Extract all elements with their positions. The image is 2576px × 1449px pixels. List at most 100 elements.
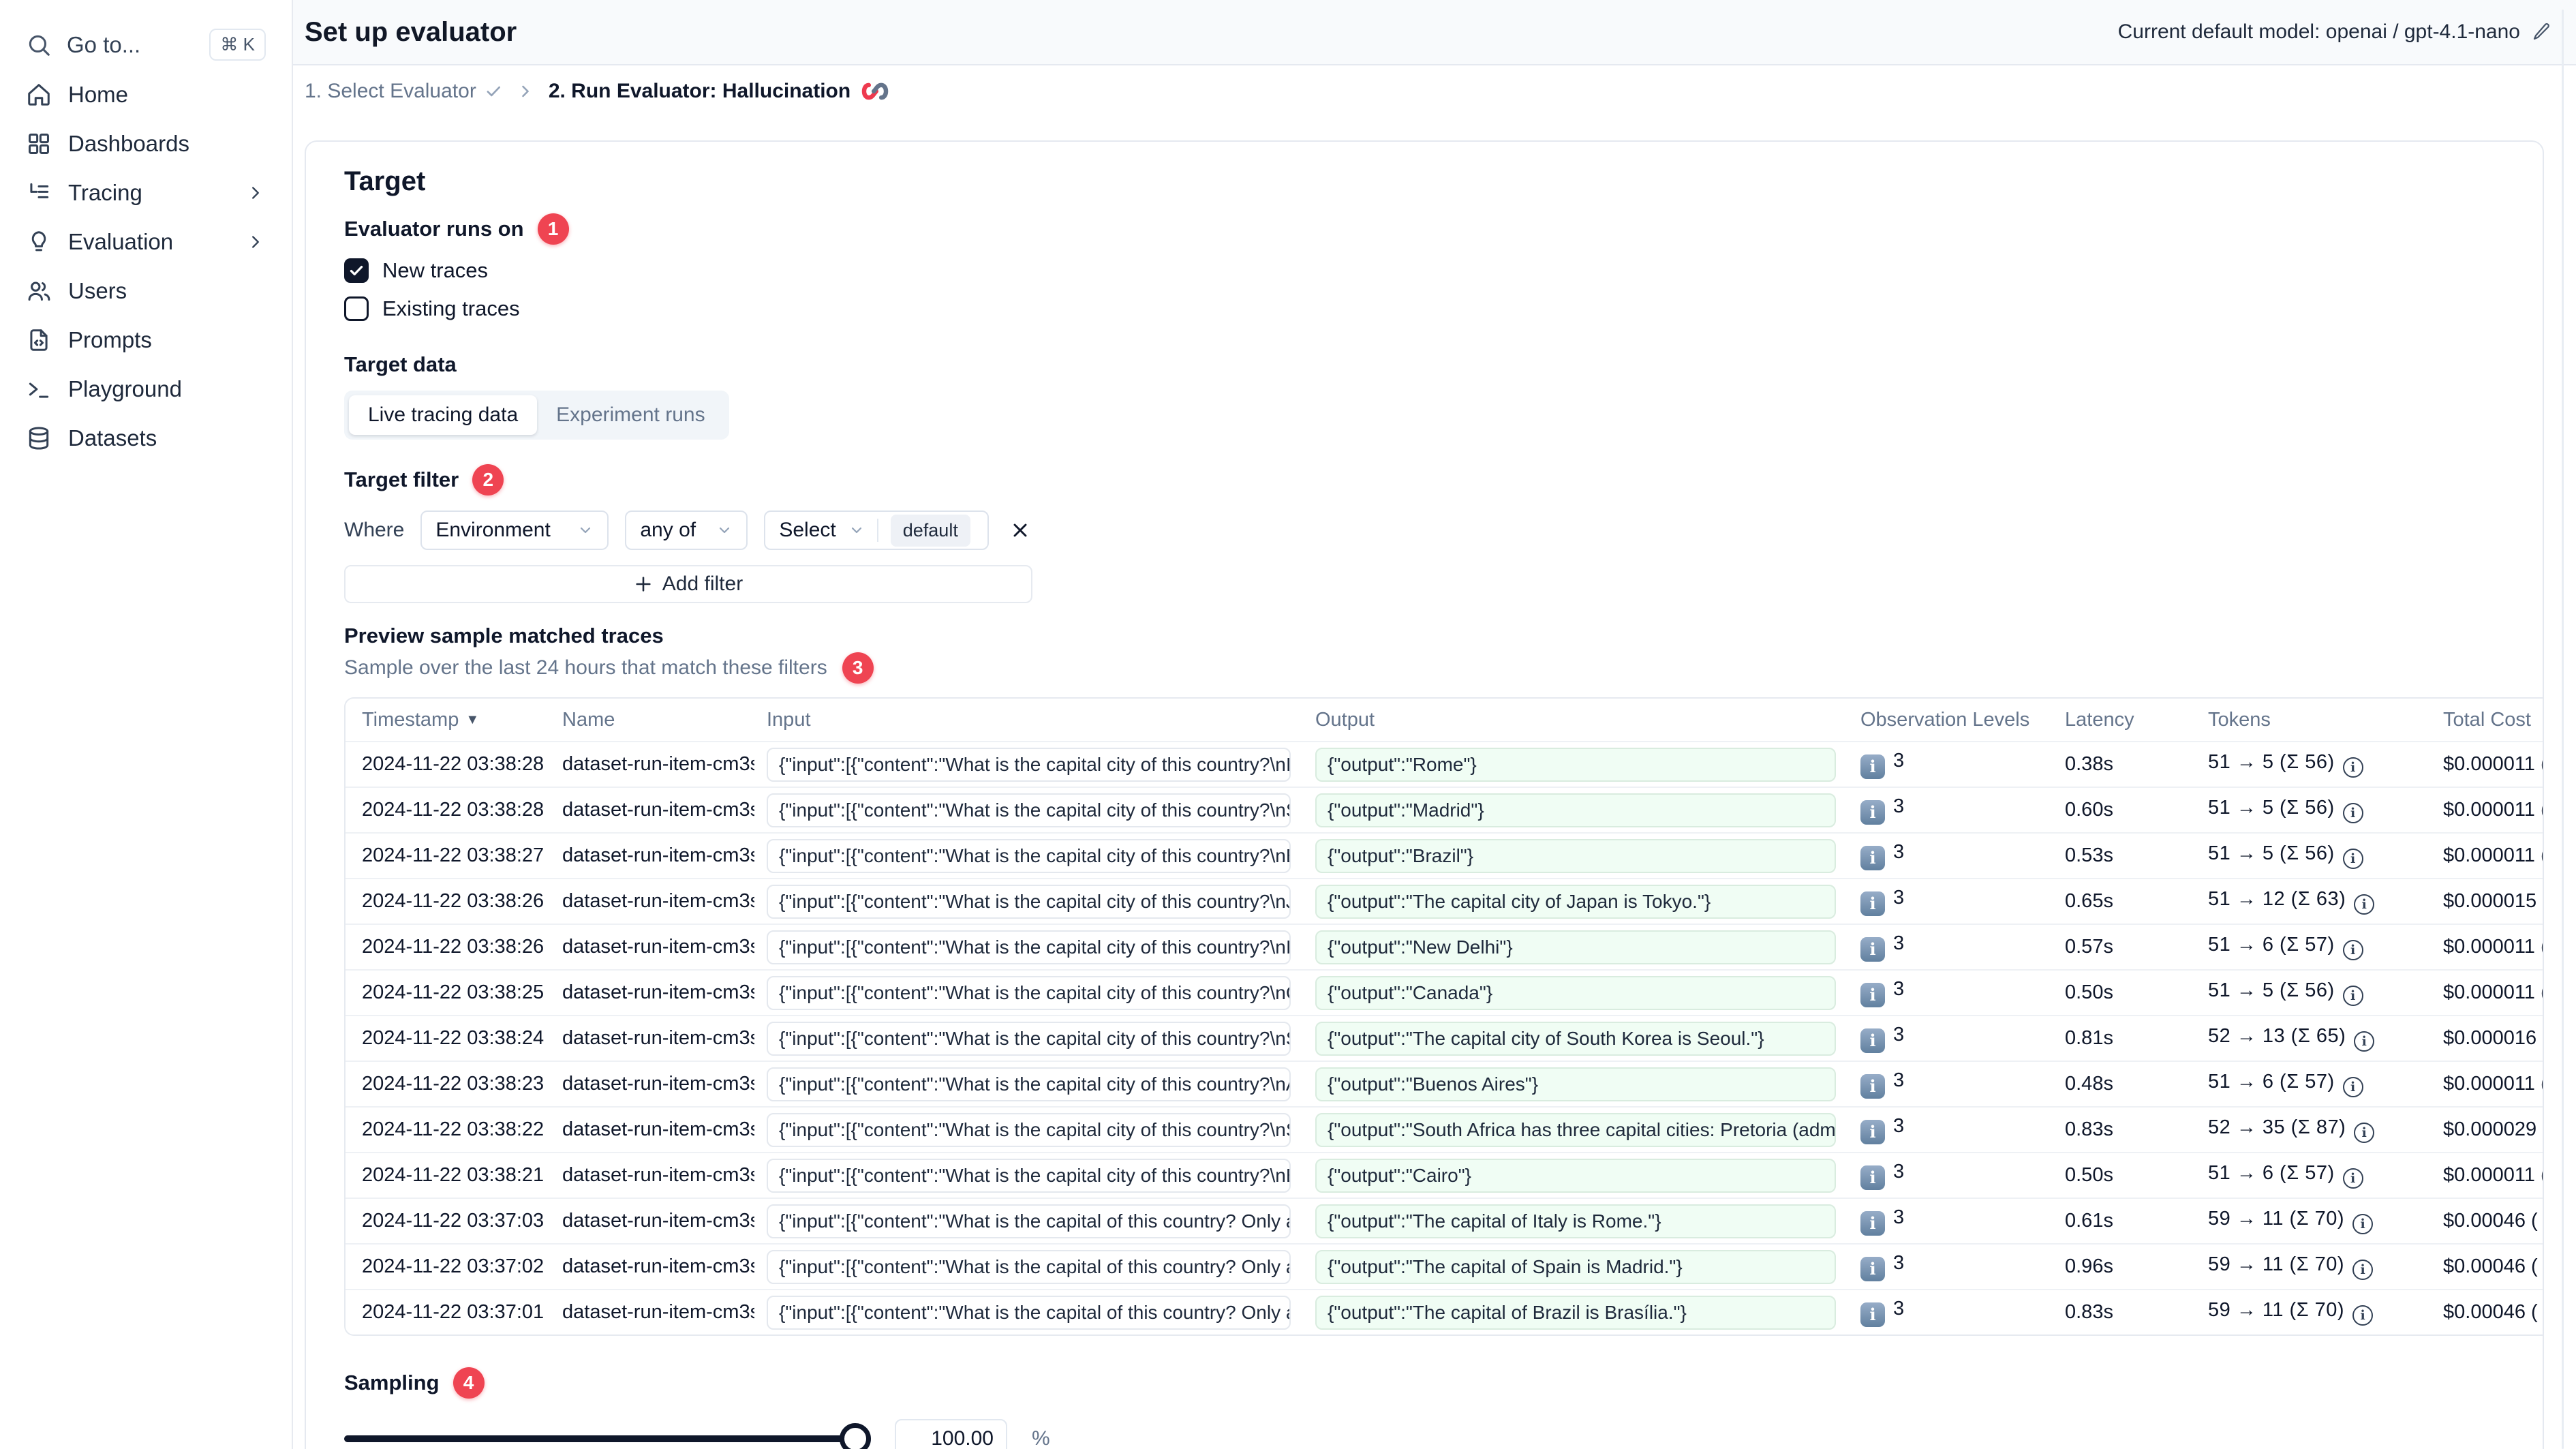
cell-total-cost: $0.000011 ( bbox=[2443, 844, 2543, 866]
filter-value-select[interactable]: Select default bbox=[764, 510, 990, 550]
info-circle-icon[interactable]: i bbox=[2352, 1305, 2374, 1326]
column-header-timestamp[interactable]: Timestamp ▼ bbox=[362, 709, 479, 731]
table-row[interactable]: 2024-11-22 03:38:21 dataset-run-item-cm3s… bbox=[346, 1152, 2543, 1198]
info-circle-icon[interactable]: i bbox=[2342, 757, 2363, 778]
goto-search[interactable]: Go to... ⌘ K bbox=[14, 19, 278, 70]
cell-input[interactable]: {"input":[{"content":"What is the capita… bbox=[767, 1295, 1291, 1330]
table-row[interactable]: 2024-11-22 03:38:25 dataset-run-item-cm3s… bbox=[346, 969, 2543, 1015]
filter-value-chip: default bbox=[890, 514, 970, 547]
table-row[interactable]: 2024-11-22 03:37:01 dataset-run-item-cm3s… bbox=[346, 1289, 2543, 1334]
checkbox-unchecked-icon[interactable] bbox=[344, 296, 369, 321]
sampling-slider[interactable] bbox=[344, 1423, 871, 1449]
sidebar-item-dashboards[interactable]: Dashboards bbox=[14, 119, 278, 168]
info-circle-icon[interactable]: i bbox=[2352, 1260, 2374, 1280]
table-row[interactable]: 2024-11-22 03:38:26 dataset-run-item-cm3s… bbox=[346, 924, 2543, 969]
info-circle-icon[interactable]: i bbox=[2354, 1031, 2375, 1052]
cell-total-cost: $0.000011 ( bbox=[2443, 753, 2543, 775]
cell-latency: 0.61s bbox=[2065, 1210, 2113, 1232]
cell-output[interactable]: {"output":"Buenos Aires"} bbox=[1315, 1067, 1836, 1101]
filter-column-select[interactable]: Environment bbox=[420, 510, 609, 550]
cell-output[interactable]: {"output":"The capital city of South Kor… bbox=[1315, 1021, 1836, 1056]
cell-output[interactable]: {"output":"South Africa has three capita… bbox=[1315, 1112, 1836, 1147]
cell-output[interactable]: {"output":"Cairo"} bbox=[1315, 1158, 1836, 1193]
main-area: Set up evaluator Current default model: … bbox=[293, 0, 2576, 1449]
pencil-icon[interactable] bbox=[2531, 22, 2551, 42]
scrollbar[interactable] bbox=[2562, 10, 2564, 1449]
table-row[interactable]: 2024-11-22 03:37:03 dataset-run-item-cm3s… bbox=[346, 1198, 2543, 1243]
tab-live-tracing-data[interactable]: Live tracing data bbox=[349, 395, 538, 435]
cell-output[interactable]: {"output":"Madrid"} bbox=[1315, 793, 1836, 827]
info-circle-icon[interactable]: i bbox=[2342, 986, 2363, 1006]
add-filter-button[interactable]: Add filter bbox=[344, 565, 1032, 603]
cell-input[interactable]: {"input":[{"content":"What is the capita… bbox=[767, 747, 1291, 782]
cell-input[interactable]: {"input":[{"content":"What is the capita… bbox=[767, 1158, 1291, 1193]
sidebar-item-tracing[interactable]: Tracing bbox=[14, 168, 278, 217]
cell-input[interactable]: {"input":[{"content":"What is the capita… bbox=[767, 1249, 1291, 1284]
cell-input[interactable]: {"input":[{"content":"What is the capita… bbox=[767, 838, 1291, 873]
breadcrumb-step-1[interactable]: 1. Select Evaluator bbox=[305, 80, 502, 103]
cell-output[interactable]: {"output":"Canada"} bbox=[1315, 975, 1836, 1010]
table-row[interactable]: 2024-11-22 03:38:28 dataset-run-item-cm3s… bbox=[346, 787, 2543, 832]
remove-filter-button[interactable] bbox=[1005, 515, 1035, 545]
filter-operator-select[interactable]: any of bbox=[625, 510, 748, 550]
table-row[interactable]: 2024-11-22 03:38:23 dataset-run-item-cm3s… bbox=[346, 1061, 2543, 1106]
cell-timestamp: 2024-11-22 03:38:28 bbox=[362, 799, 545, 821]
sidebar-item-users[interactable]: Users bbox=[14, 266, 278, 316]
checkbox-existing-traces[interactable]: Existing traces bbox=[344, 294, 2504, 324]
table-row[interactable]: 2024-11-22 03:38:22 dataset-run-item-cm3s… bbox=[346, 1106, 2543, 1152]
cell-input[interactable]: {"input":[{"content":"What is the capita… bbox=[767, 1021, 1291, 1056]
cell-total-cost: $0.00046 ( bbox=[2443, 1301, 2538, 1323]
info-square-icon: i bbox=[1860, 1028, 1885, 1053]
cell-output[interactable]: {"output":"Rome"} bbox=[1315, 747, 1836, 782]
sidebar-item-prompts[interactable]: Prompts bbox=[14, 316, 278, 365]
sampling-input[interactable] bbox=[895, 1419, 1007, 1449]
info-circle-icon[interactable]: i bbox=[2352, 1214, 2374, 1234]
cell-observation-levels: i3 bbox=[1848, 795, 2053, 825]
info-circle-icon[interactable]: i bbox=[2342, 1077, 2363, 1097]
cell-input[interactable]: {"input":[{"content":"What is the capita… bbox=[767, 1204, 1291, 1238]
tab-experiment-runs[interactable]: Experiment runs bbox=[537, 395, 724, 435]
traces-table: Timestamp ▼ Name Input Output Observation… bbox=[344, 697, 2543, 1336]
app-root: Go to... ⌘ K Home Dashboards Tracing Eva… bbox=[0, 0, 2576, 1449]
cell-input[interactable]: {"input":[{"content":"What is the capita… bbox=[767, 975, 1291, 1010]
cell-input[interactable]: {"input":[{"content":"What is the capita… bbox=[767, 1067, 1291, 1101]
sidebar-item-playground[interactable]: Playground bbox=[14, 365, 278, 414]
sidebar-item-datasets[interactable]: Datasets bbox=[14, 414, 278, 463]
chevron-right-icon bbox=[245, 183, 266, 203]
table-row[interactable]: 2024-11-22 03:38:26 dataset-run-item-cm3s… bbox=[346, 878, 2543, 924]
checkbox-checked-icon[interactable] bbox=[344, 258, 369, 283]
table-row[interactable]: 2024-11-22 03:37:02 dataset-run-item-cm3s… bbox=[346, 1243, 2543, 1289]
checkbox-new-traces[interactable]: New traces bbox=[344, 256, 2504, 286]
cell-output[interactable]: {"output":"The capital of Italy is Rome.… bbox=[1315, 1204, 1836, 1238]
info-circle-icon[interactable]: i bbox=[2342, 849, 2363, 869]
sampling-slider-thumb[interactable] bbox=[840, 1423, 871, 1449]
cell-output[interactable]: {"output":"Brazil"} bbox=[1315, 838, 1836, 873]
table-row[interactable]: 2024-11-22 03:38:24 dataset-run-item-cm3s… bbox=[346, 1015, 2543, 1061]
sidebar-item-label: Tracing bbox=[68, 180, 142, 205]
info-circle-icon[interactable]: i bbox=[2354, 894, 2375, 915]
sidebar-item-evaluation[interactable]: Evaluation bbox=[14, 217, 278, 266]
info-circle-icon[interactable]: i bbox=[2342, 1168, 2363, 1189]
target-filter-label: Target filter bbox=[344, 468, 459, 491]
cell-input[interactable]: {"input":[{"content":"What is the capita… bbox=[767, 1112, 1291, 1147]
cell-input[interactable]: {"input":[{"content":"What is the capita… bbox=[767, 793, 1291, 827]
cell-input[interactable]: {"input":[{"content":"What is the capita… bbox=[767, 884, 1291, 919]
cell-output[interactable]: {"output":"New Delhi"} bbox=[1315, 930, 1836, 964]
cell-total-cost: $0.000011 ( bbox=[2443, 936, 2543, 958]
info-circle-icon[interactable]: i bbox=[2342, 940, 2363, 960]
cell-output[interactable]: {"output":"The capital of Spain is Madri… bbox=[1315, 1249, 1836, 1284]
cell-total-cost: $0.00046 ( bbox=[2443, 1210, 2538, 1232]
cell-observation-levels: i3 bbox=[1848, 841, 2053, 870]
checkbox-label: Existing traces bbox=[382, 296, 520, 320]
cell-output[interactable]: {"output":"The capital of Brazil is Bras… bbox=[1315, 1295, 1836, 1330]
cell-input[interactable]: {"input":[{"content":"What is the capita… bbox=[767, 930, 1291, 964]
info-circle-icon[interactable]: i bbox=[2354, 1123, 2375, 1143]
content-area: Target Evaluator runs on 1 New traces Ex… bbox=[293, 117, 2576, 1449]
cell-output[interactable]: {"output":"The capital city of Japan is … bbox=[1315, 884, 1836, 919]
table-row[interactable]: 2024-11-22 03:38:27 dataset-run-item-cm3s… bbox=[346, 832, 2543, 878]
cell-timestamp: 2024-11-22 03:38:22 bbox=[362, 1118, 545, 1140]
info-circle-icon[interactable]: i bbox=[2342, 803, 2363, 823]
sidebar-item-home[interactable]: Home bbox=[14, 70, 278, 119]
ragas-logo-icon bbox=[860, 80, 890, 102]
table-row[interactable]: 2024-11-22 03:38:28 dataset-run-item-cm3s… bbox=[346, 741, 2543, 787]
